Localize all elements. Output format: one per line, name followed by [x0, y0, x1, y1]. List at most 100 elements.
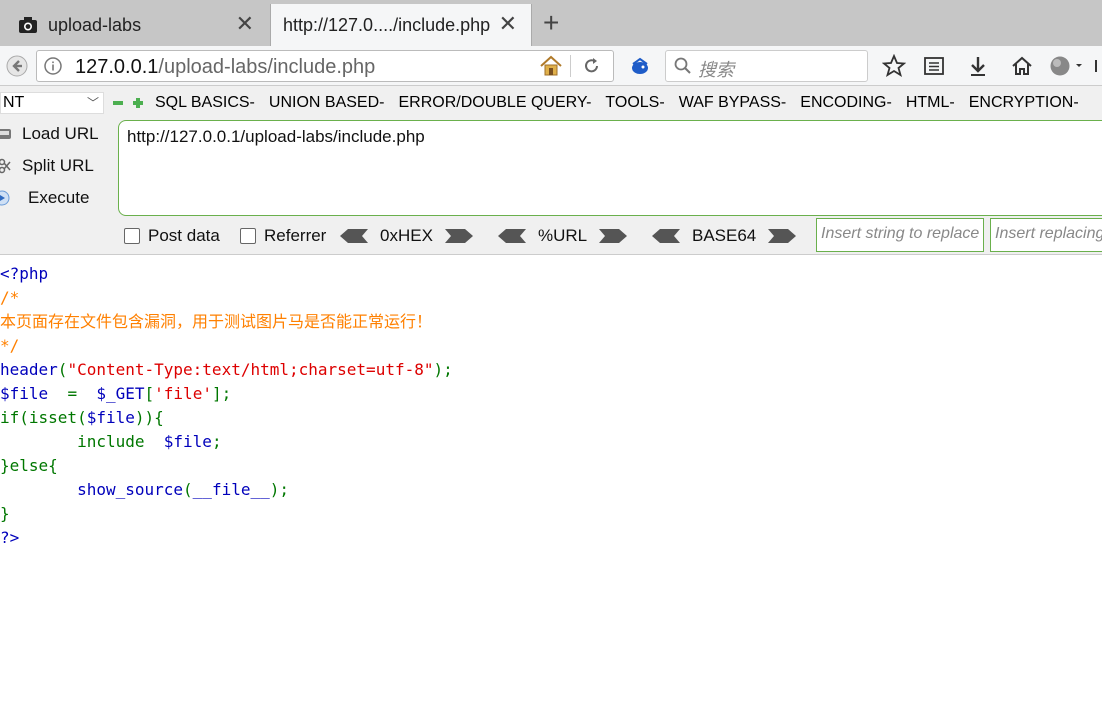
base64-encoder[interactable]: BASE64 — [652, 226, 797, 246]
code-op: = — [48, 384, 97, 403]
download-icon[interactable] — [964, 50, 992, 82]
load-url-icon — [0, 129, 11, 139]
tab-title: http://127.0..../include.php — [283, 14, 491, 35]
hackbar-select[interactable]: NT ﹀ — [0, 92, 104, 114]
execute-button[interactable]: Execute — [0, 184, 89, 212]
camera-icon — [19, 17, 37, 33]
chevron-down-icon: ﹀ — [86, 96, 99, 110]
code-line: <?php — [0, 264, 49, 283]
menu-encryption[interactable]: ENCRYPTION- — [969, 94, 1079, 112]
arrow-right-icon[interactable] — [444, 229, 473, 243]
bookmark-star-icon[interactable] — [880, 50, 908, 82]
search-icon — [674, 57, 692, 80]
code-punct: ( — [183, 480, 193, 499]
nav-bar: 127.0.0.1/upload-labs/include.php 搜索 — [0, 46, 1102, 86]
reload-icon[interactable] — [583, 56, 601, 81]
url-textarea-value: http://127.0.0.1/upload-labs/include.php — [127, 127, 425, 146]
code-string: 'file' — [154, 384, 212, 403]
menu-tools[interactable]: TOOLS- — [605, 94, 664, 112]
hackbar-panel: NT ﹀ SQL BASICS- UNION BASED- ERROR/DOUB… — [0, 86, 1102, 255]
menu-sql-basics[interactable]: SQL BASICS- — [155, 94, 255, 112]
execute-label: Execute — [28, 188, 90, 207]
code-line: */ — [0, 336, 20, 355]
url-host: 127.0.0.1 — [75, 56, 159, 78]
arrow-left-icon[interactable] — [652, 229, 680, 243]
arrow-right-icon[interactable] — [768, 229, 797, 243]
home-sign-icon[interactable] — [539, 55, 563, 82]
url-enc-label: %URL — [538, 226, 588, 245]
code-punct: [ — [144, 384, 155, 403]
code-punct: ; — [211, 432, 222, 451]
split-url-label: Split URL — [22, 156, 94, 175]
code-var: $file — [0, 384, 49, 403]
referrer-checkbox[interactable]: Referrer — [240, 226, 326, 246]
replacing-string-input[interactable]: Insert replacing string — [990, 218, 1102, 252]
hackbar-select-value: NT — [3, 94, 25, 111]
hackbar-menu: SQL BASICS- UNION BASED- ERROR/DOUBLE QU… — [113, 92, 1093, 114]
menu-html[interactable]: HTML- — [906, 94, 955, 112]
code-comment: 本页面存在文件包含漏洞，用于测试图片马是否能正常运行！ — [0, 312, 433, 331]
tab-bar: upload-labs ✕ http://127.0..../include.p… — [0, 0, 1102, 46]
replace-string-input[interactable]: Insert string to replace — [816, 218, 984, 252]
code-punct: ); — [433, 360, 453, 379]
checkbox-box[interactable] — [240, 228, 256, 244]
code-punct: ]; — [211, 384, 232, 403]
search-box[interactable]: 搜索 — [665, 50, 868, 82]
code-var: $_GET — [96, 384, 145, 403]
code-kw: include — [77, 432, 145, 451]
menu-encoding[interactable]: ENCODING- — [800, 94, 892, 112]
code-kw: if(isset( — [0, 408, 87, 427]
tab-include-php[interactable]: http://127.0..../include.php ✕ — [270, 4, 532, 46]
code-punct: ( — [57, 360, 68, 379]
back-arrow-icon[interactable] — [2, 50, 32, 82]
globe-menu-icon[interactable] — [1046, 50, 1086, 82]
arrow-right-icon[interactable] — [599, 229, 628, 243]
referrer-label: Referrer — [264, 226, 327, 245]
replacing-placeholder: Insert replacing string — [995, 225, 1102, 242]
url-path: /upload-labs/include.php — [158, 56, 376, 78]
close-icon[interactable]: ✕ — [499, 13, 517, 35]
code-punct: )){ — [134, 408, 164, 427]
replace-placeholder: Insert string to replace — [821, 225, 980, 242]
code-fn: header — [0, 360, 58, 379]
post-data-label: Post data — [148, 226, 220, 245]
base64-label: BASE64 — [692, 226, 757, 245]
info-icon[interactable] — [43, 56, 63, 81]
url-bar[interactable]: 127.0.0.1/upload-labs/include.php — [36, 50, 614, 82]
reading-list-icon[interactable] — [920, 50, 948, 82]
arrow-left-icon[interactable] — [340, 229, 368, 243]
code-line: } — [0, 504, 10, 523]
code-fn: show_source — [77, 480, 184, 499]
home-icon[interactable] — [1008, 50, 1036, 82]
tab-upload-labs[interactable]: upload-labs ✕ — [0, 4, 268, 46]
code-var: $file — [86, 408, 135, 427]
url-text: 127.0.0.1/upload-labs/include.php — [75, 56, 375, 79]
search-placeholder: 搜索 — [698, 60, 734, 80]
play-icon — [0, 190, 10, 206]
code-line: /* — [0, 288, 20, 307]
menu-waf-bypass[interactable]: WAF BYPASS- — [679, 94, 787, 112]
split-url-icon — [0, 158, 11, 174]
code-const: __file__ — [192, 480, 270, 499]
arrow-left-icon[interactable] — [498, 229, 526, 243]
load-url-button[interactable]: Load URL — [0, 120, 99, 148]
load-url-label: Load URL — [22, 124, 99, 143]
checkbox-box[interactable] — [124, 228, 140, 244]
code-line: ?> — [0, 528, 20, 547]
url-encoder[interactable]: %URL — [498, 226, 628, 246]
hex-encoder[interactable]: 0xHEX — [340, 226, 473, 246]
code-string: "Content-Type:text/html;charset=utf-8" — [67, 360, 434, 379]
post-data-checkbox[interactable]: Post data — [124, 226, 220, 246]
menu-union-based[interactable]: UNION BASED- — [269, 94, 385, 112]
php-source: <?php /* 本页面存在文件包含漏洞，用于测试图片马是否能正常运行！ */ … — [0, 262, 453, 550]
code-var: $file — [163, 432, 212, 451]
menu-error-double-query[interactable]: ERROR/DOUBLE QUERY- — [398, 94, 591, 112]
split-url-button[interactable]: Split URL — [0, 152, 94, 180]
url-textarea[interactable]: http://127.0.0.1/upload-labs/include.php — [118, 120, 1102, 216]
plus-icon[interactable] — [133, 98, 143, 108]
overflow-icon[interactable] — [1092, 50, 1102, 82]
new-tab-icon[interactable]: + — [543, 8, 559, 38]
close-icon[interactable]: ✕ — [236, 13, 254, 35]
minus-icon[interactable] — [113, 101, 123, 105]
extension-bird-icon[interactable] — [626, 50, 654, 82]
